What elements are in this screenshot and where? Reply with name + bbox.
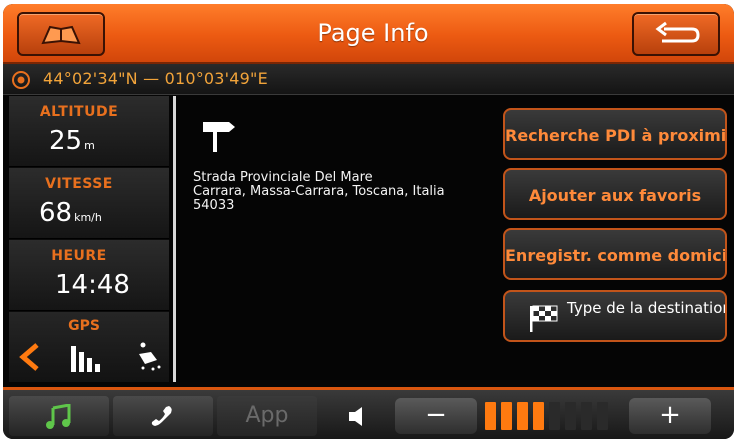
time-cell: HEURE 14:48	[9, 240, 169, 311]
bottom-bar: App − +	[3, 387, 734, 439]
address-city: Carrara, Massa-Carrara, Toscana, Italia	[193, 184, 445, 199]
time-value: 14:48	[55, 270, 130, 300]
checkered-flag-icon	[530, 305, 558, 332]
app-button[interactable]: App	[217, 396, 317, 436]
map-button[interactable]	[17, 12, 105, 56]
altitude-value: 25 m	[49, 126, 95, 156]
destination-type-button[interactable]: Type de la destination	[503, 290, 727, 342]
speed-value: 68 km/h	[39, 198, 102, 228]
coordinates-text: 44°02'34"N — 010°03'49"E	[43, 69, 268, 88]
volume-up-button[interactable]: +	[629, 398, 711, 434]
speaker-icon	[349, 407, 362, 426]
gps-cell[interactable]: GPS	[9, 312, 169, 382]
volume-segment	[565, 402, 576, 430]
volume-segment	[549, 402, 560, 430]
speed-label: VITESSE	[45, 176, 113, 192]
signal-bars-icon	[71, 346, 100, 372]
address-block: Strada Provinciale Del Mare Carrara, Mas…	[193, 171, 493, 213]
nav-screen: Page Info 44°02'34"N — 010°03'49"E ALTIT…	[3, 4, 734, 439]
gps-label: GPS	[68, 318, 100, 334]
nearby-poi-button[interactable]: Recherche PDI à proximité	[503, 108, 727, 160]
back-button[interactable]	[632, 12, 720, 56]
coordinates-bar: 44°02'34"N — 010°03'49"E	[3, 64, 734, 95]
add-favorites-button[interactable]: Ajouter aux favoris	[503, 168, 727, 220]
time-label: HEURE	[51, 248, 107, 264]
altitude-cell: ALTITUDE 25 m	[9, 96, 169, 167]
speed-cell: VITESSE 68 km/h	[9, 168, 169, 239]
header-bar: Page Info	[3, 4, 734, 64]
volume-down-button[interactable]: −	[395, 398, 477, 434]
volume-segment	[501, 402, 512, 430]
music-button[interactable]	[9, 396, 109, 436]
phone-icon	[151, 406, 172, 426]
page-title: Page Info	[317, 19, 429, 47]
volume-segment	[517, 402, 528, 430]
panel-divider	[173, 96, 176, 382]
address-postcode: 54033	[193, 198, 235, 213]
volume-segment	[581, 402, 592, 430]
info-panel: ALTITUDE 25 m VITESSE 68 km/h HEURE 14:48 …	[9, 96, 169, 382]
volume-segment	[597, 402, 608, 430]
map-book-icon	[41, 25, 81, 45]
save-home-button[interactable]: Enregistr. comme domicile	[503, 228, 727, 280]
signpost-icon	[203, 122, 235, 152]
arrow-left-icon[interactable]	[17, 342, 41, 372]
music-note-icon	[46, 404, 71, 429]
gps-target-icon	[12, 71, 30, 89]
back-arrow-icon	[655, 21, 700, 43]
destination-type-label: Type de la destination	[567, 299, 727, 317]
satellite-icon	[139, 342, 161, 371]
phone-button[interactable]	[113, 396, 213, 436]
altitude-label: ALTITUDE	[39, 104, 119, 120]
volume-segment	[485, 402, 496, 430]
volume-segment	[533, 402, 544, 430]
address-street: Strada Provinciale Del Mare	[193, 170, 373, 185]
